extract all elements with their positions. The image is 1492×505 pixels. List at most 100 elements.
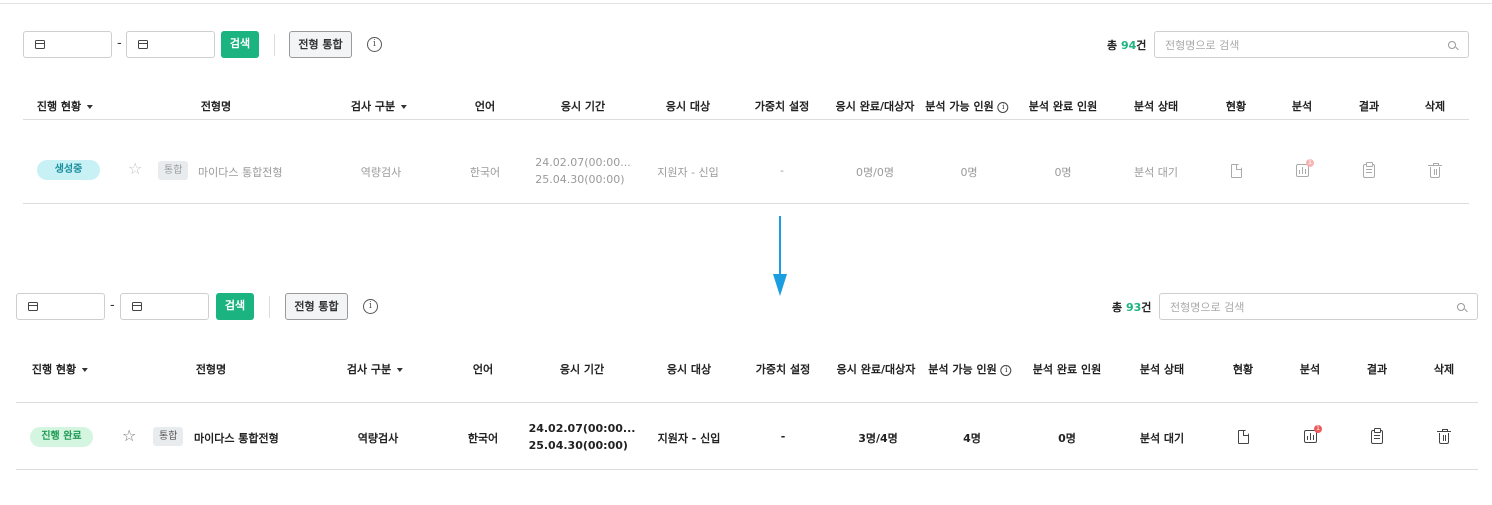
- total-count: 총 94건: [1107, 39, 1147, 52]
- col-delete: 삭제: [1433, 363, 1455, 376]
- sort-caret-icon[interactable]: [87, 105, 94, 109]
- calendar-icon: [35, 40, 45, 49]
- col-target: 응시 대상: [665, 100, 711, 113]
- test-type: 역량검사: [357, 432, 399, 445]
- language: 한국어: [467, 432, 499, 445]
- col-period: 응시 기간: [560, 100, 606, 113]
- test-type: 역량검사: [360, 166, 402, 179]
- clipboard-icon[interactable]: [1363, 162, 1375, 178]
- col-analyzable: 분석 가능 인원 i: [925, 98, 1009, 114]
- analyzable-count: 0명: [960, 166, 978, 179]
- search-icon[interactable]: [1448, 41, 1456, 49]
- notice-dot: 1: [1314, 425, 1322, 433]
- notice-dot: 1: [1306, 159, 1314, 167]
- date-separator: -: [110, 298, 115, 313]
- search-button[interactable]: 검색: [216, 293, 254, 320]
- trash-icon[interactable]: [1428, 163, 1442, 178]
- search-input[interactable]: [1165, 37, 1435, 53]
- col-analysis: 분석: [1291, 100, 1313, 113]
- col-analysis-status: 분석 상태: [1133, 100, 1179, 113]
- completed-count: 0명/0명: [856, 166, 894, 179]
- col-overview: 현황: [1225, 100, 1247, 113]
- target: 지원자 - 신입: [657, 166, 719, 179]
- col-delete: 삭제: [1424, 100, 1446, 113]
- search-input[interactable]: [1170, 299, 1440, 315]
- col-status[interactable]: 진행 현황: [32, 361, 89, 377]
- clipboard-icon[interactable]: [1371, 428, 1383, 444]
- analysis-status: 분석 대기: [1134, 166, 1178, 179]
- start-date-input[interactable]: [16, 293, 105, 320]
- col-completed: 응시 완료/대상자: [836, 363, 916, 376]
- sort-caret-icon[interactable]: [82, 368, 89, 372]
- star-icon[interactable]: ☆: [122, 426, 136, 445]
- analyzable-count: 4명: [963, 432, 981, 445]
- analysis-status: 분석 대기: [1139, 432, 1185, 445]
- status-badge: 생성중: [37, 160, 100, 180]
- top-divider: [0, 0, 1492, 4]
- process-name[interactable]: 마이다스 통합전형: [198, 164, 282, 180]
- col-language: 언어: [474, 100, 496, 113]
- target: 지원자 - 신입: [657, 432, 721, 445]
- weight: -: [780, 164, 784, 177]
- toolbar-divider: [269, 296, 270, 318]
- document-icon[interactable]: [1238, 430, 1249, 444]
- col-target: 응시 대상: [666, 363, 712, 376]
- analyzed-count: 0명: [1058, 432, 1076, 445]
- document-icon[interactable]: [1231, 164, 1242, 178]
- merge-tag: 통합: [158, 161, 189, 180]
- end-date-input[interactable]: [120, 293, 209, 320]
- col-test-type[interactable]: 검사 구분: [351, 98, 408, 114]
- info-icon[interactable]: i: [997, 101, 1009, 113]
- calendar-icon: [28, 302, 38, 311]
- col-result: 결과: [1358, 100, 1380, 113]
- col-analyzable: 분석 가능 인원 i: [928, 361, 1012, 377]
- calendar-icon: [132, 302, 142, 311]
- merge-tag: 통합: [153, 427, 184, 446]
- col-status[interactable]: 진행 현황: [37, 98, 94, 114]
- table-row[interactable]: 진행 완료 ☆ 통합 마이다스 통합전형 역량검사 한국어 24.02.07(0…: [16, 403, 1478, 470]
- info-icon[interactable]: i: [1000, 364, 1012, 376]
- col-test-type[interactable]: 검사 구분: [347, 361, 404, 377]
- search-field[interactable]: [1159, 293, 1478, 320]
- col-period: 응시 기간: [559, 363, 605, 376]
- search-icon[interactable]: [1457, 303, 1465, 311]
- date-separator: -: [117, 36, 122, 51]
- trash-icon[interactable]: [1437, 429, 1451, 444]
- toolbar-divider: [274, 34, 275, 56]
- sort-caret-icon[interactable]: [397, 368, 404, 372]
- period: 24.02.07(00:00... 25.04.30(00:00): [528, 422, 636, 452]
- table-header: 진행 현황 전형명 검사 구분 언어 응시 기간 응시 대상 가중치 설정 응시…: [16, 353, 1478, 403]
- analyzed-count: 0명: [1054, 166, 1072, 179]
- col-analysis: 분석: [1299, 363, 1321, 376]
- list-panel-after: - 검색 전형 통합 i 총 93건 진행 현황 전형명 검사 구분 언어 응시…: [16, 293, 1478, 470]
- calendar-icon: [138, 40, 148, 49]
- completed-count: 3명/4명: [858, 432, 898, 445]
- table-row[interactable]: 생성중 ☆ 통합 마이다스 통합전형 역량검사 한국어 24.02.07(00:…: [23, 137, 1469, 204]
- col-result: 결과: [1366, 363, 1388, 376]
- star-icon[interactable]: ☆: [128, 159, 142, 178]
- col-weight: 가중치 설정: [755, 363, 811, 376]
- info-icon[interactable]: i: [367, 37, 382, 52]
- filter-toolbar: - 검색 전형 통합 i 총 94건: [23, 31, 1469, 59]
- arrow-down-icon: [773, 216, 787, 297]
- start-date-input[interactable]: [23, 31, 112, 58]
- merge-process-button[interactable]: 전형 통합: [289, 31, 352, 58]
- filter-toolbar: - 검색 전형 통합 i 총 93건: [16, 293, 1478, 321]
- info-icon[interactable]: i: [363, 299, 378, 314]
- language: 한국어: [469, 166, 501, 179]
- col-overview: 현황: [1232, 363, 1254, 376]
- chart-icon[interactable]: 1: [1296, 159, 1314, 177]
- status-badge: 진행 완료: [30, 427, 93, 447]
- col-name: 전형명: [200, 100, 232, 113]
- col-name: 전형명: [195, 363, 227, 376]
- col-analysis-status: 분석 상태: [1139, 363, 1185, 376]
- weight: -: [780, 430, 786, 443]
- chart-icon[interactable]: 1: [1304, 425, 1322, 443]
- search-field[interactable]: [1154, 31, 1469, 58]
- sort-caret-icon[interactable]: [401, 105, 408, 109]
- process-name[interactable]: 마이다스 통합전형: [194, 430, 279, 446]
- search-button[interactable]: 검색: [221, 31, 259, 58]
- total-count: 총 93건: [1112, 301, 1152, 314]
- merge-process-button[interactable]: 전형 통합: [285, 293, 348, 320]
- end-date-input[interactable]: [126, 31, 215, 58]
